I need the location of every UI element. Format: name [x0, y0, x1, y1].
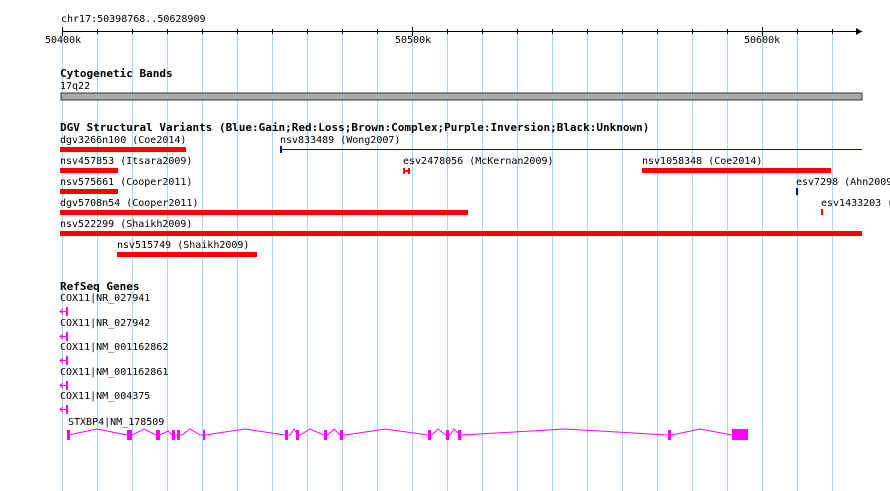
- gene-label[interactable]: COX11|NR_027942: [60, 319, 150, 329]
- cytoband-band-label: 17q22: [60, 81, 91, 92]
- cytoband-bar: [60, 92, 863, 101]
- gene-glyph-nr-027941: [59, 307, 68, 316]
- refseq-track-title[interactable]: RefSeq Genes: [60, 281, 139, 293]
- variant-bar-dgv3266n100: [60, 147, 186, 152]
- ruler-arrow: [856, 28, 862, 35]
- variant-label[interactable]: nsv522299 (Shaikh2009): [60, 220, 192, 230]
- variant-bar-esv2478056: [403, 168, 410, 174]
- gene-glyph-nm-001162862: [59, 356, 68, 365]
- variant-label[interactable]: esv2478056 (McKernan2009): [403, 157, 554, 167]
- variant-label[interactable]: dgv5708n54 (Cooper2011): [60, 199, 198, 209]
- gene-label[interactable]: COX11|NM_001162862: [60, 343, 168, 353]
- variant-bar-nsv833489: [280, 146, 862, 153]
- variant-label[interactable]: nsv1058348 (Coe2014): [642, 157, 762, 167]
- gene-glyph-nm-004375: [59, 405, 68, 414]
- genome-browser-view: chr17:50398768..50628909 50400k 50500k 5…: [0, 0, 890, 491]
- variant-label[interactable]: nsv457853 (Itsara2009): [60, 157, 192, 167]
- cytoband-track-title[interactable]: Cytogenetic Bands: [60, 68, 173, 80]
- variant-bar-nsv575661: [60, 189, 118, 194]
- variant-bar-dgv5708n54: [60, 210, 468, 215]
- gene-label[interactable]: STXBP4|NM_178509: [68, 418, 164, 428]
- variant-label[interactable]: esv7298 (Ahn2009: [796, 178, 890, 188]
- variant-label[interactable]: nsv515749 (Shaikh2009): [117, 241, 249, 251]
- gene-glyph-nm-001162861: [59, 381, 68, 390]
- variant-bar-nsv515749: [117, 252, 257, 257]
- variant-bar-nsv1058348: [642, 168, 831, 173]
- gene-label[interactable]: COX11|NM_001162861: [60, 368, 168, 378]
- gene-label[interactable]: COX11|NR_027941: [60, 294, 150, 304]
- ruler-tick-label: 50500k: [395, 35, 432, 46]
- ruler-tick-label: 50600k: [744, 35, 781, 46]
- variant-bar-esv7298: [796, 188, 798, 195]
- variant-label[interactable]: dgv3266n100 (Coe2014): [60, 136, 186, 146]
- variant-bar-esv1433203: [821, 209, 823, 215]
- variant-label[interactable]: esv1433203 (: [821, 199, 890, 209]
- variant-bar-nsv457853: [60, 168, 118, 173]
- ruler-axis: [62, 27, 862, 36]
- gene-model-stxbp4: [67, 428, 748, 440]
- gene-glyph-nr-027942: [59, 332, 68, 341]
- variant-label[interactable]: nsv833489 (Wong2007): [280, 136, 400, 146]
- variant-label[interactable]: nsv575661 (Cooper2011): [60, 178, 192, 188]
- ruler-tick-label: 50400k: [45, 35, 82, 46]
- dgv-track-title[interactable]: DGV Structural Variants (Blue:Gain;Red:L…: [60, 122, 649, 134]
- variant-bar-nsv522299: [60, 231, 862, 236]
- gene-label[interactable]: COX11|NM_004375: [60, 392, 150, 402]
